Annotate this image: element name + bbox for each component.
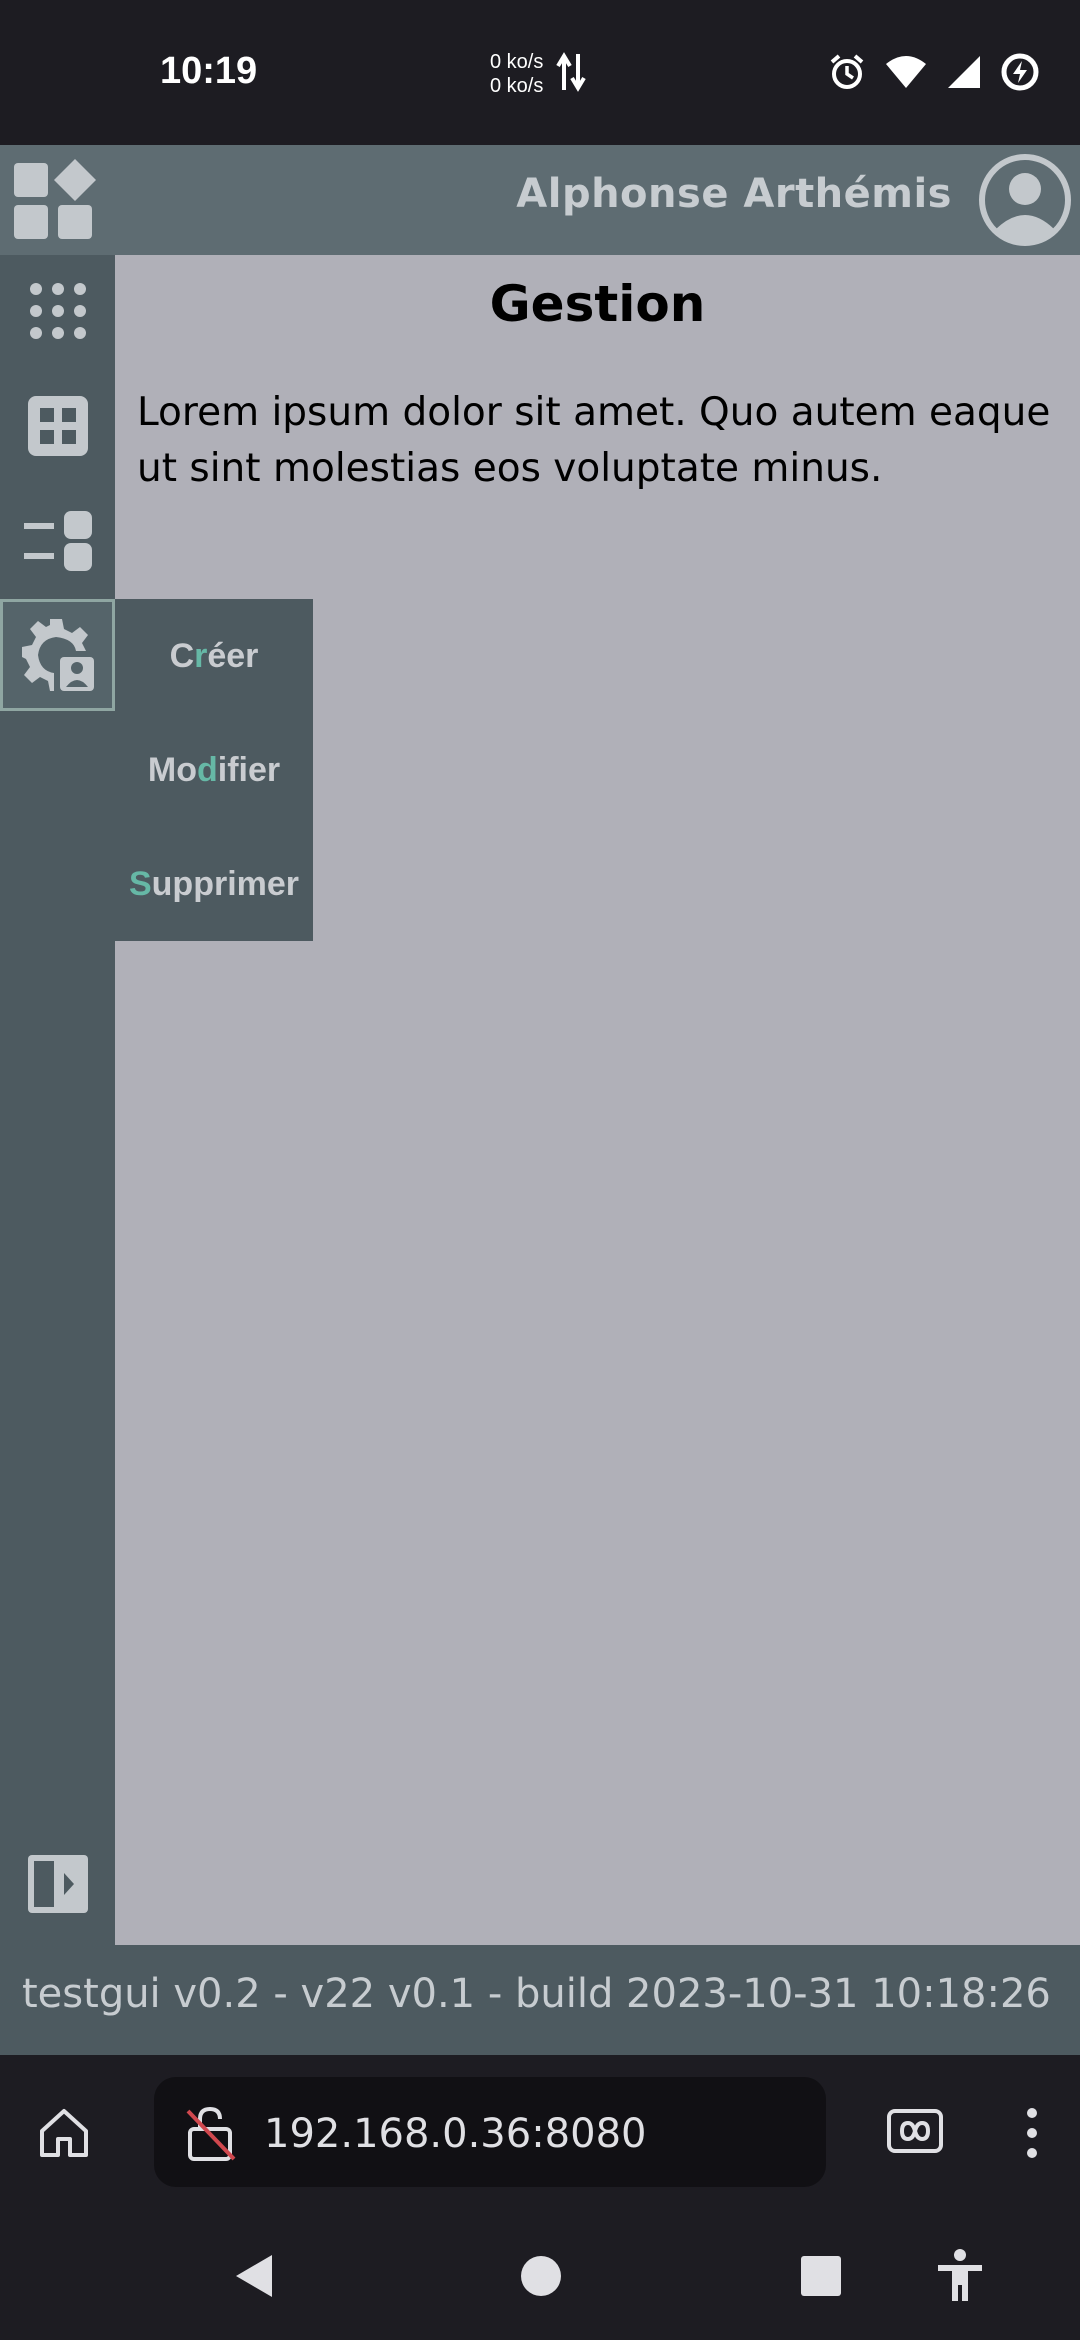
home-circle-icon[interactable] [520,2255,562,2297]
browser-toolbar: 192.168.0.36:8080 [0,2055,1080,2205]
alarm-icon [830,54,864,89]
more-menu-icon[interactable] [1020,2105,1044,2161]
app-footer: testgui v0.2 - v22 v0.1 - build 2023-10-… [0,1945,1080,2055]
sidebar [0,255,115,1945]
sidebar-collapse-button[interactable] [0,1828,115,1940]
cell-signal-icon [948,56,980,88]
sidebar-item-list[interactable] [0,485,115,597]
page-description: Lorem ipsum dolor sit amet. Quo autem ea… [137,390,1051,491]
network-speed: 0 ko/s 0 ko/s [490,50,543,98]
dashboard-grid-icon [27,396,88,456]
menu-item-delete[interactable]: Supprimer [115,827,313,941]
menu-item-delete-text-end: upprimer [151,864,300,903]
sidebar-item-management[interactable] [0,599,115,711]
menu-item-create-accel: r [194,636,208,675]
user-avatar-icon[interactable] [978,153,1072,247]
apps-logo-icon[interactable] [12,157,102,243]
system-nav-bar [0,2205,1080,2340]
menu-item-edit-text: Mo [147,750,197,789]
app-header: Alphonse Arthémis [0,145,1080,255]
home-icon[interactable] [36,2105,92,2161]
menu-item-create[interactable]: Cr éer [115,599,313,713]
settings-user-icon [21,619,94,691]
insecure-lock-icon[interactable] [184,2105,240,2163]
tab-switcher-icon[interactable] [886,2105,944,2157]
menu-item-edit-accel: d [196,750,218,789]
url-text[interactable]: 192.168.0.36:8080 [264,2111,646,2157]
accessibility-icon[interactable] [936,2249,984,2303]
net-down-speed: 0 ko/s [490,75,544,97]
menu-item-edit-text-end: ifier [217,750,281,789]
net-up-speed: 0 ko/s [490,51,544,73]
dots-grid-icon [29,283,86,339]
page-title: Gestion [489,275,706,333]
main-content: Gestion Lorem ipsum dolor sit amet. Quo … [115,255,1080,1945]
status-icons [828,52,1040,92]
sidebar-item-apps[interactable] [0,255,115,367]
build-info: testgui v0.2 - v22 v0.1 - build 2023-10-… [22,1971,1051,2017]
menu-item-delete-accel: S [128,864,152,903]
url-bar[interactable]: 192.168.0.36:8080 [154,2077,826,2187]
management-submenu: Cr éer Mo d ifier Supprimer [115,599,313,941]
recents-icon[interactable] [800,2255,842,2297]
menu-item-create-text-end: éer [207,636,259,675]
menu-item-create-text: C [169,636,195,675]
sidebar-toggle-icon [27,1855,88,1913]
wifi-icon [886,56,926,88]
status-time: 10:19 [160,50,258,92]
status-bar: 10:19 0 ko/s 0 ko/s [0,0,1080,145]
data-arrows-icon [556,52,586,92]
user-name[interactable]: Alphonse Arthémis [516,171,952,217]
battery-saver-icon [1001,53,1039,91]
menu-item-edit[interactable]: Mo d ifier [115,713,313,827]
sidebar-item-dashboard[interactable] [0,370,115,482]
list-toggle-icon [23,511,92,571]
back-icon[interactable] [232,2253,276,2299]
